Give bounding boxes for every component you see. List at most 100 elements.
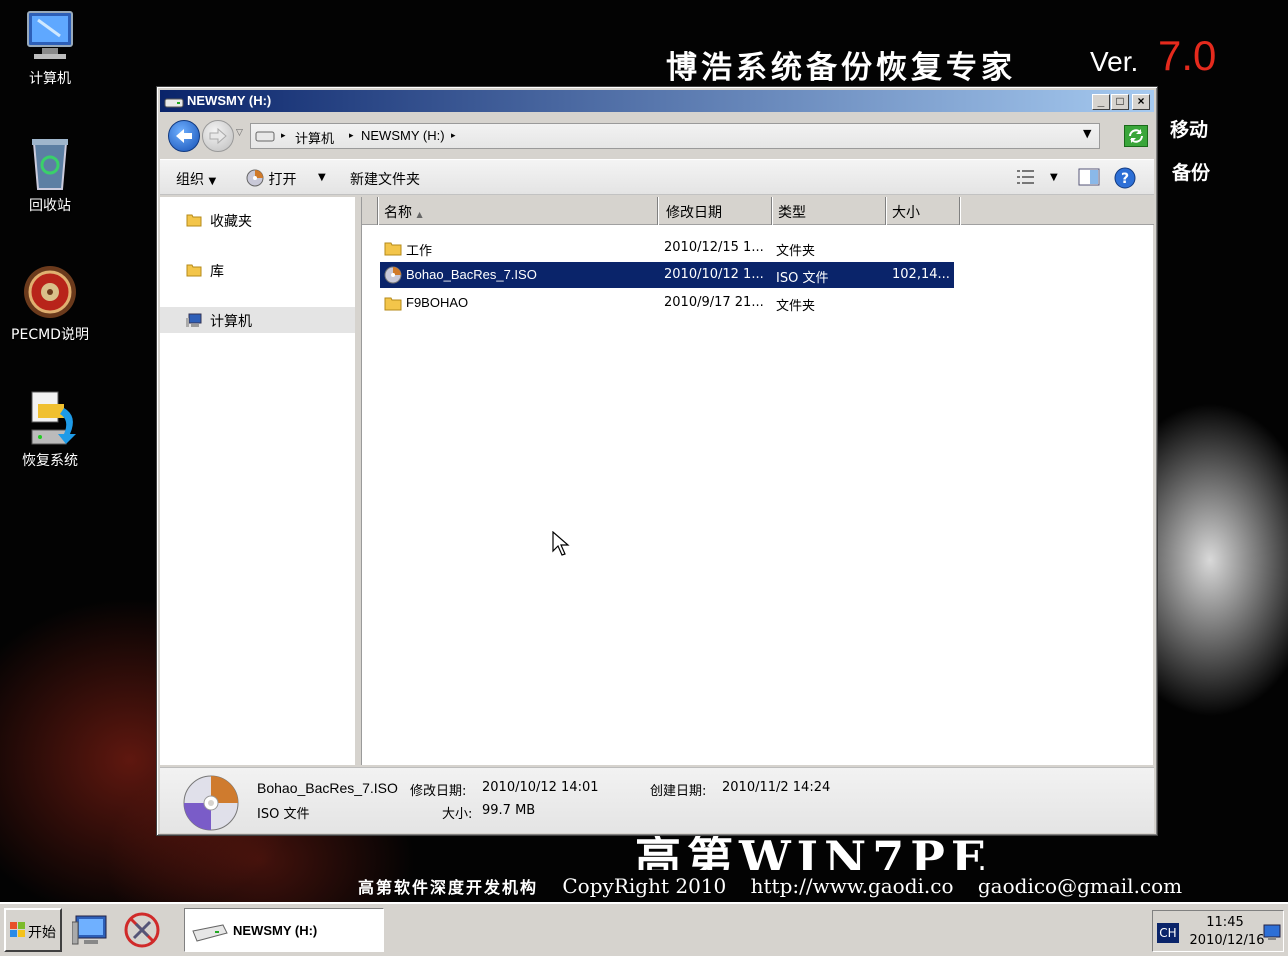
taskbar-window-label: NEWSMY (H:) [233,923,318,938]
file-type: ISO 文件 [776,271,829,286]
nav-item-libraries[interactable]: 库 [160,257,355,283]
file-modified: 2010/10/12 1... [664,267,764,282]
background-footer-org: 高第软件深度开发机构 [358,878,539,897]
navigation-bar: ▽ ▸ 计算机 ▸ NEWSMY (H:) ▸ ▼ [160,115,1154,157]
system-tray: CH 11:45 2010/12/16 [1152,910,1284,952]
clock-date[interactable]: 2010/12/16 [1187,933,1267,948]
recycle-bin-icon [20,135,80,191]
maximize-button[interactable]: □ [1111,94,1129,110]
quicklaunch-tools-icon[interactable] [122,910,162,954]
background-footer-email: gaodico@gmail.com [977,874,1183,898]
view-options-button[interactable] [1016,168,1036,190]
details-size-label: 大小: [442,807,473,822]
background-side-text-2: 备份 [1172,162,1211,184]
column-header-name[interactable]: 名称 ▲ [378,197,658,225]
view-dropdown-icon[interactable]: ▼ [1050,172,1058,183]
desktop-icon-computer[interactable]: 计算机 [0,8,100,88]
preview-pane-button[interactable] [1078,168,1100,190]
view-list-icon [1017,170,1034,184]
help-icon: ? [1114,167,1136,189]
details-modified-value: 2010/10/12 14:01 [482,780,599,795]
desktop-icon-recycle-bin[interactable]: 回收站 [0,135,100,215]
breadcrumb-separator-icon[interactable]: ▸ [451,131,456,141]
file-name: Bohao_BacRes_7.ISO [406,267,537,282]
background-footer-url: http://www.gaodi.co [750,874,954,898]
back-button[interactable] [168,120,200,152]
background-side-text-1: 移动 [1170,119,1209,141]
windows-logo-icon [10,922,26,941]
breadcrumb-separator-icon[interactable]: ▸ [349,131,354,141]
file-list: 名称 ▲ 修改日期 类型 大小 工作 2010/12/15 1... 文件夹 B… [361,197,1154,765]
new-folder-button[interactable]: 新建文件夹 [350,169,420,189]
details-size-value: 99.7 MB [482,803,536,818]
window-title: NEWSMY (H:) [187,93,272,108]
details-pane: Bohao_BacRes_7.ISO ISO 文件 修改日期: 2010/10/… [160,767,1154,833]
background-footer-copyright: CopyRight 2010 [562,874,727,898]
breadcrumb-separator-icon[interactable]: ▸ [281,131,286,141]
file-name: 工作 [406,244,433,259]
desktop-icon-label: 恢复系统 [22,453,78,469]
column-header-type[interactable]: 类型 [772,197,886,225]
forward-button[interactable] [202,120,234,152]
desktop-icon-label: PECMD说明 [11,327,89,343]
background-version-label: Ver. [1090,46,1139,77]
folder-icon [384,294,402,312]
breadcrumb-computer[interactable]: 计算机 [295,128,334,147]
refresh-button[interactable] [1124,125,1148,147]
desktop-icon-restore-system[interactable]: 恢复系统 [0,390,100,470]
file-name: F9BOHAO [406,295,469,310]
drive-icon [189,923,229,946]
show-desktop-icon[interactable] [1263,923,1281,945]
refresh-icon [1129,129,1143,143]
column-header-size[interactable]: 大小 [886,197,960,225]
window-titlebar[interactable]: NEWSMY (H:) _ □ × [160,90,1154,112]
desktop-icon-label: 计算机 [29,71,71,87]
taskbar: 开始 NEWSMY (H:) CH 11:45 2010/12/16 [0,902,1288,956]
background-version-number: 7.0 [1158,32,1217,79]
arrow-left-icon [176,129,192,143]
file-modified: 2010/12/15 1... [664,240,764,255]
column-header-label: 名称 [384,205,412,221]
folder-icon [186,212,202,228]
address-bar[interactable]: ▸ 计算机 ▸ NEWSMY (H:) ▸ ▼ [250,123,1100,149]
organize-button[interactable]: 组织 ▼ [176,169,216,189]
details-created-value: 2010/11/2 14:24 [722,780,831,795]
nav-item-label: 库 [210,264,224,280]
quicklaunch-desktop-icon[interactable] [71,912,112,952]
nav-item-computer[interactable]: 计算机 [160,307,355,333]
disc-icon [246,169,264,187]
file-row[interactable]: 工作 2010/12/15 1... 文件夹 [380,235,954,261]
help-button[interactable]: ? [1114,167,1136,193]
open-button[interactable]: 打开 [246,169,296,189]
desktop-icon-label: 回收站 [29,198,71,214]
organize-label: 组织 [176,172,204,188]
file-modified: 2010/9/17 21... [664,295,764,310]
column-header-modified[interactable]: 修改日期 [660,197,772,225]
close-button[interactable]: × [1132,94,1150,110]
file-type: 文件夹 [776,244,816,259]
drive-icon [164,96,184,108]
breadcrumb-drive[interactable]: NEWSMY (H:) [361,128,445,143]
minimize-button[interactable]: _ [1092,94,1110,110]
taskbar-window-button[interactable]: NEWSMY (H:) [184,908,384,952]
folder-icon [384,239,402,257]
restore-system-icon [20,390,80,446]
disc-large-icon [182,774,240,836]
column-header-spacer [362,197,378,225]
clock-time[interactable]: 11:45 [1189,915,1261,930]
open-label: 打开 [268,172,297,188]
start-label: 开始 [28,924,56,940]
computer-icon [186,312,202,328]
file-row[interactable]: F9BOHAO 2010/9/17 21... 文件夹 [380,290,954,316]
background-footer: 高第软件深度开发机构 CopyRight 2010 http://www.gao… [358,874,1200,898]
start-button[interactable]: 开始 [4,908,62,952]
language-indicator[interactable]: CH [1157,923,1179,943]
drive-icon [255,130,275,146]
open-dropdown-icon[interactable]: ▼ [318,172,326,183]
recent-pages-chevron-icon[interactable]: ▽ [236,128,243,138]
nav-item-favorites[interactable]: 收藏夹 [160,207,355,233]
disc-icon [384,266,402,284]
address-dropdown-icon[interactable]: ▼ [1083,127,1091,140]
desktop-icon-pecmd[interactable]: PECMD说明 [0,264,100,344]
file-row-selected[interactable]: Bohao_BacRes_7.ISO 2010/10/12 1... ISO 文… [380,262,954,288]
